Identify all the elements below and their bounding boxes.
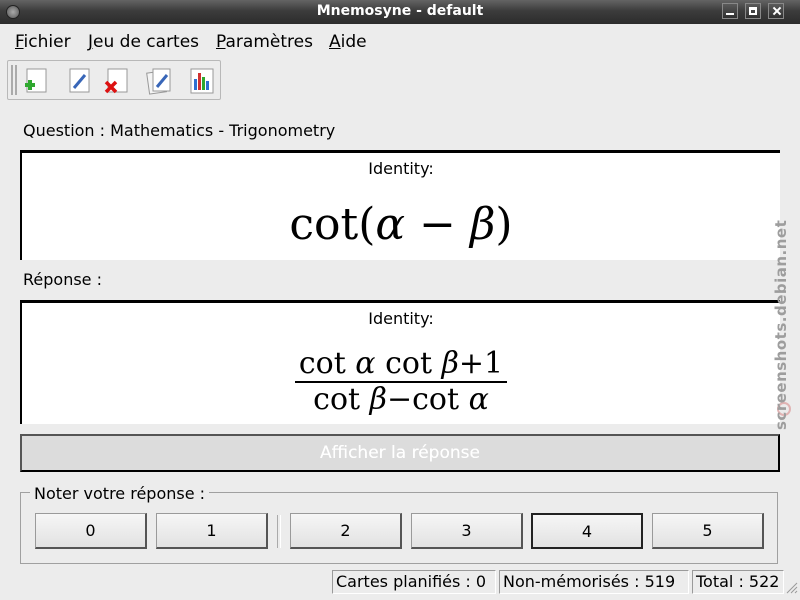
question-label: Question : Mathematics - Trigonometry [23,121,336,140]
menu-fichier[interactable]: Fichier [15,32,71,52]
denominator-cot-1: cot [313,382,361,417]
menu-fichier-mnemonic: F [15,32,24,52]
menu-parametres-mnemonic: P [216,32,226,52]
grade-legend: Noter votre réponse : [30,484,210,503]
denominator-minus-cot: −cot [386,382,460,417]
menu-bar: Fichier Jeu de cartes Paramètres Aide [0,27,800,57]
formula-beta: β [469,199,496,250]
numerator-cot-2: cot [375,346,433,381]
watermark: screenshots.debian.net [772,219,790,430]
status-scheduled: Cartes planifiés : 0 [332,570,496,594]
grade-5-button[interactable]: 5 [652,513,764,549]
fraction-denominator: cot β−cot α [295,383,507,417]
formula-open-paren: ( [358,199,376,250]
numerator-cot-1: cot [298,346,346,381]
fraction-numerator: cot α cot β+1 [295,347,507,381]
maximize-icon[interactable] [745,3,761,19]
formula-alpha: α [375,199,406,250]
toolbar-grip[interactable] [11,65,17,95]
formula-close-paren: ) [495,199,513,250]
window-title: Mnemosyne - default [316,3,484,19]
status-total: Total : 522 [692,570,784,594]
title-bar[interactable]: Mnemosyne - default [0,0,800,24]
answer-label: Réponse : [23,270,102,289]
menu-aide-label: ide [340,32,367,52]
answer-heading: Identity: [368,309,434,328]
grade-3-button[interactable]: 3 [411,513,523,549]
formula-minus: − [405,199,470,250]
numerator-beta: β [441,346,459,381]
menu-parametres[interactable]: Paramètres [216,32,313,52]
minimize-icon[interactable] [722,3,738,19]
grade-separator [277,515,281,548]
delete-card-icon[interactable] [102,67,130,95]
answer-panel: Identity: cot α cot β+1 cot β−cot α [20,300,780,424]
toolbar [7,60,221,100]
numerator-plus-one: +1 [458,346,504,381]
edit-deck-icon[interactable] [146,67,174,95]
menu-fichier-label: ichier [23,32,71,52]
question-panel: Identity: cot(α − β) [20,150,780,260]
grade-0-button[interactable]: 0 [35,513,147,549]
show-answer-button[interactable]: Afficher la réponse [20,434,780,472]
edit-card-icon[interactable] [66,67,94,95]
menu-jeu-label: eu de cartes [93,32,200,52]
menu-aide-mnemonic: A [329,32,341,52]
resize-grip-icon[interactable] [784,580,798,594]
grade-1-button[interactable]: 1 [156,513,268,549]
grade-4-button[interactable]: 4 [531,513,643,549]
numerator-alpha: α [355,346,376,381]
grade-2-button[interactable]: 2 [290,513,402,549]
question-heading: Identity: [368,159,434,178]
denominator-beta: β [369,382,387,417]
formula-function: cot [289,199,359,250]
statistics-icon[interactable] [188,67,216,95]
menu-jeu-de-cartes[interactable]: Jeu de cartes [88,32,199,52]
status-not-memorised: Non-mémorisés : 519 [499,570,689,594]
menu-aide[interactable]: Aide [329,32,367,52]
denominator-alpha: α [468,382,489,417]
answer-formula: cot α cot β+1 cot β−cot α [22,347,780,417]
question-formula: cot(α − β) [22,197,780,253]
menu-parametres-label: aramètres [225,32,313,52]
close-icon[interactable] [768,3,784,19]
add-card-icon[interactable] [22,67,50,95]
